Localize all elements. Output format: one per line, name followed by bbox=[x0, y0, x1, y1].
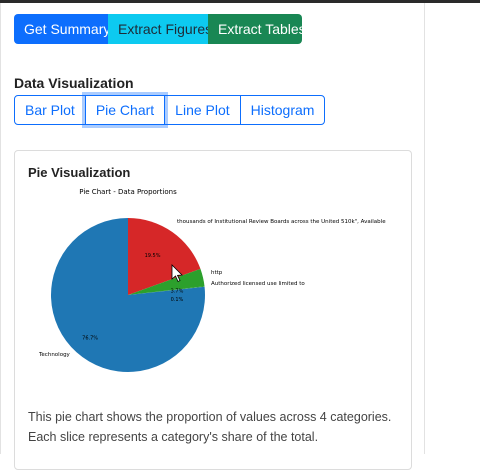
chart-type-tabs: Bar Plot Pie Chart Line Plot Histogram bbox=[14, 95, 326, 125]
slice-category-label: thousands of Institutional Review Boards… bbox=[177, 219, 386, 225]
tab-line-plot[interactable]: Line Plot bbox=[164, 95, 241, 125]
action-button-group: Get Summary Extract Figures Extract Tabl… bbox=[14, 14, 306, 44]
chart-title: Pie Chart - Data Proportions bbox=[79, 188, 177, 196]
slice-category-label: Technology bbox=[38, 352, 71, 358]
extract-figures-button[interactable]: Extract Figures bbox=[108, 14, 212, 44]
window-top-bar bbox=[0, 0, 480, 3]
slice-percent-label: 19.5% bbox=[145, 253, 161, 259]
description-line-1: This pie chart shows the proportion of v… bbox=[28, 410, 392, 424]
extract-tables-button[interactable]: Extract Tables bbox=[208, 14, 306, 44]
pie-chart: Pie Chart - Data Proportions 19.5% 3.7% 0.… bbox=[38, 188, 386, 372]
slice-percent-label: 76.7% bbox=[82, 335, 98, 341]
slice-percent-label: 3.7% bbox=[171, 288, 184, 294]
left-divider bbox=[0, 3, 1, 454]
chart-description: This pie chart shows the proportion of v… bbox=[28, 407, 403, 447]
visualization-card: Pie Visualization Pie Chart - Data Propo… bbox=[14, 150, 412, 470]
get-summary-button[interactable]: Get Summary bbox=[14, 14, 110, 44]
right-divider bbox=[424, 3, 425, 454]
tab-histogram[interactable]: Histogram bbox=[239, 95, 326, 125]
slice-category-label: Authorized licensed use limited to bbox=[211, 281, 305, 287]
slice-percent-label: 0.1% bbox=[171, 297, 184, 303]
slice-category-label: http bbox=[211, 270, 223, 276]
section-heading: Data Visualization bbox=[14, 75, 134, 91]
tab-pie-chart[interactable]: Pie Chart bbox=[84, 95, 166, 125]
description-line-2: Each slice represents a category's share… bbox=[28, 430, 319, 444]
tab-bar-plot[interactable]: Bar Plot bbox=[14, 95, 86, 125]
card-title: Pie Visualization bbox=[28, 165, 131, 180]
